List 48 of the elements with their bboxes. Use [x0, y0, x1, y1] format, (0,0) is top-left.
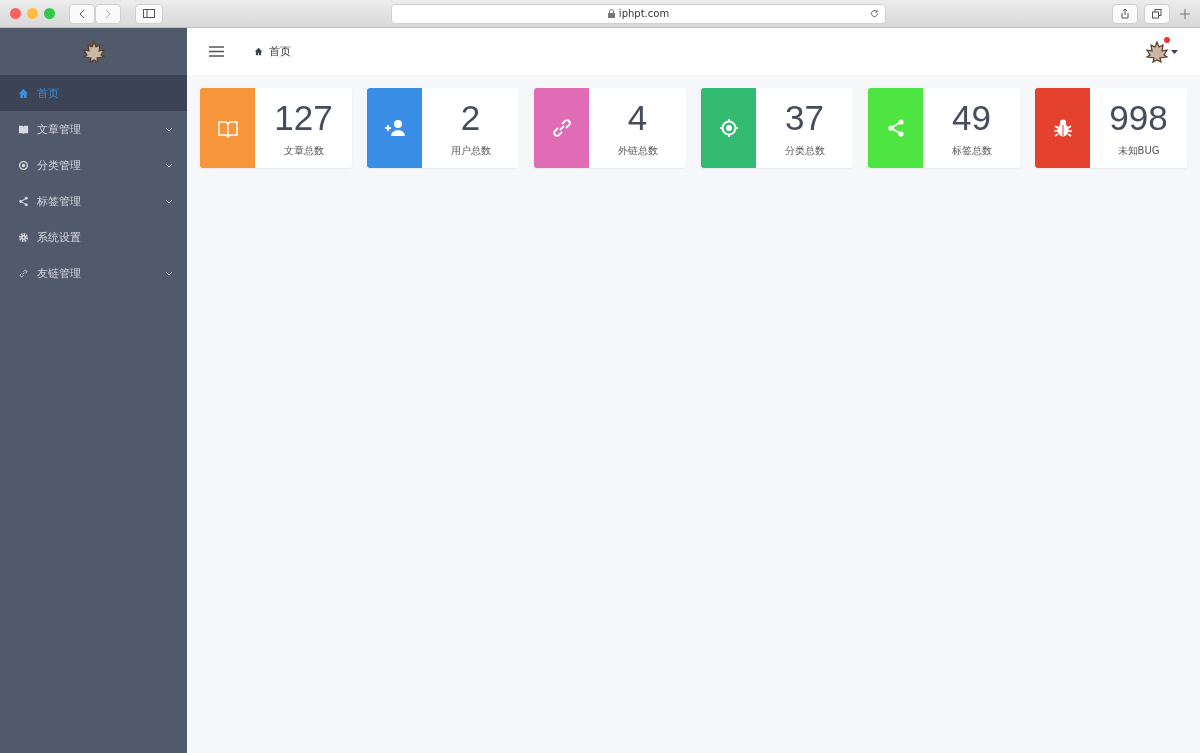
minimize-window-button[interactable] [27, 8, 38, 19]
new-tab-icon[interactable] [1180, 8, 1190, 19]
close-window-button[interactable] [10, 8, 21, 19]
stat-value: 49 [952, 98, 991, 138]
lock-icon [607, 9, 615, 18]
book-icon [18, 123, 29, 135]
stat-value: 998 [1109, 98, 1168, 138]
sidebar-item[interactable]: 友链管理 [0, 255, 187, 291]
sidebar-icon [143, 9, 155, 18]
gear-icon [18, 231, 29, 243]
address-bar[interactable]: iphpt.com [391, 3, 886, 24]
sidebar-item[interactable]: 首页 [0, 75, 187, 111]
stat-value: 127 [274, 98, 333, 138]
home-icon [18, 87, 29, 99]
breadcrumb[interactable]: 首页 [269, 44, 291, 59]
sidebar-toggle-button[interactable] [135, 3, 163, 24]
avatar-icon[interactable] [1145, 40, 1169, 63]
stat-value: 4 [627, 98, 648, 138]
stat-label: 文章总数 [283, 144, 324, 158]
menu-icon[interactable] [209, 46, 224, 57]
stat-value: 37 [785, 98, 824, 138]
zoom-window-button[interactable] [44, 8, 55, 19]
logo-icon [81, 40, 106, 63]
reload-icon[interactable] [870, 9, 879, 18]
stat-label: 用户总数 [450, 144, 491, 158]
home-icon [254, 47, 263, 56]
sidebar-item[interactable]: 分类管理 [0, 147, 187, 183]
share-icon [1120, 8, 1130, 19]
chevron-left-icon [78, 8, 86, 19]
sidebar-item[interactable]: 系统设置 [0, 219, 187, 255]
share-icon [18, 195, 29, 207]
tabs-button[interactable] [1144, 3, 1170, 24]
link-icon [18, 267, 29, 279]
forward-button[interactable] [95, 3, 121, 24]
stat-value: 2 [460, 98, 481, 138]
stat-label: 分类总数 [784, 144, 825, 158]
stat-label: 未知BUG [1117, 144, 1160, 158]
stat-label: 外链总数 [617, 144, 658, 158]
sidebar-item[interactable]: 标签管理 [0, 183, 187, 219]
share-button[interactable] [1112, 3, 1138, 24]
tabs-icon [1152, 8, 1162, 19]
target-icon [18, 159, 29, 171]
sidebar-item[interactable]: 文章管理 [0, 111, 187, 147]
caret-icon[interactable] [1171, 49, 1178, 54]
chevron-right-icon [104, 8, 112, 19]
back-button[interactable] [69, 3, 95, 24]
stat-label: 标签总数 [951, 144, 992, 158]
address-text: iphpt.com [618, 8, 670, 19]
